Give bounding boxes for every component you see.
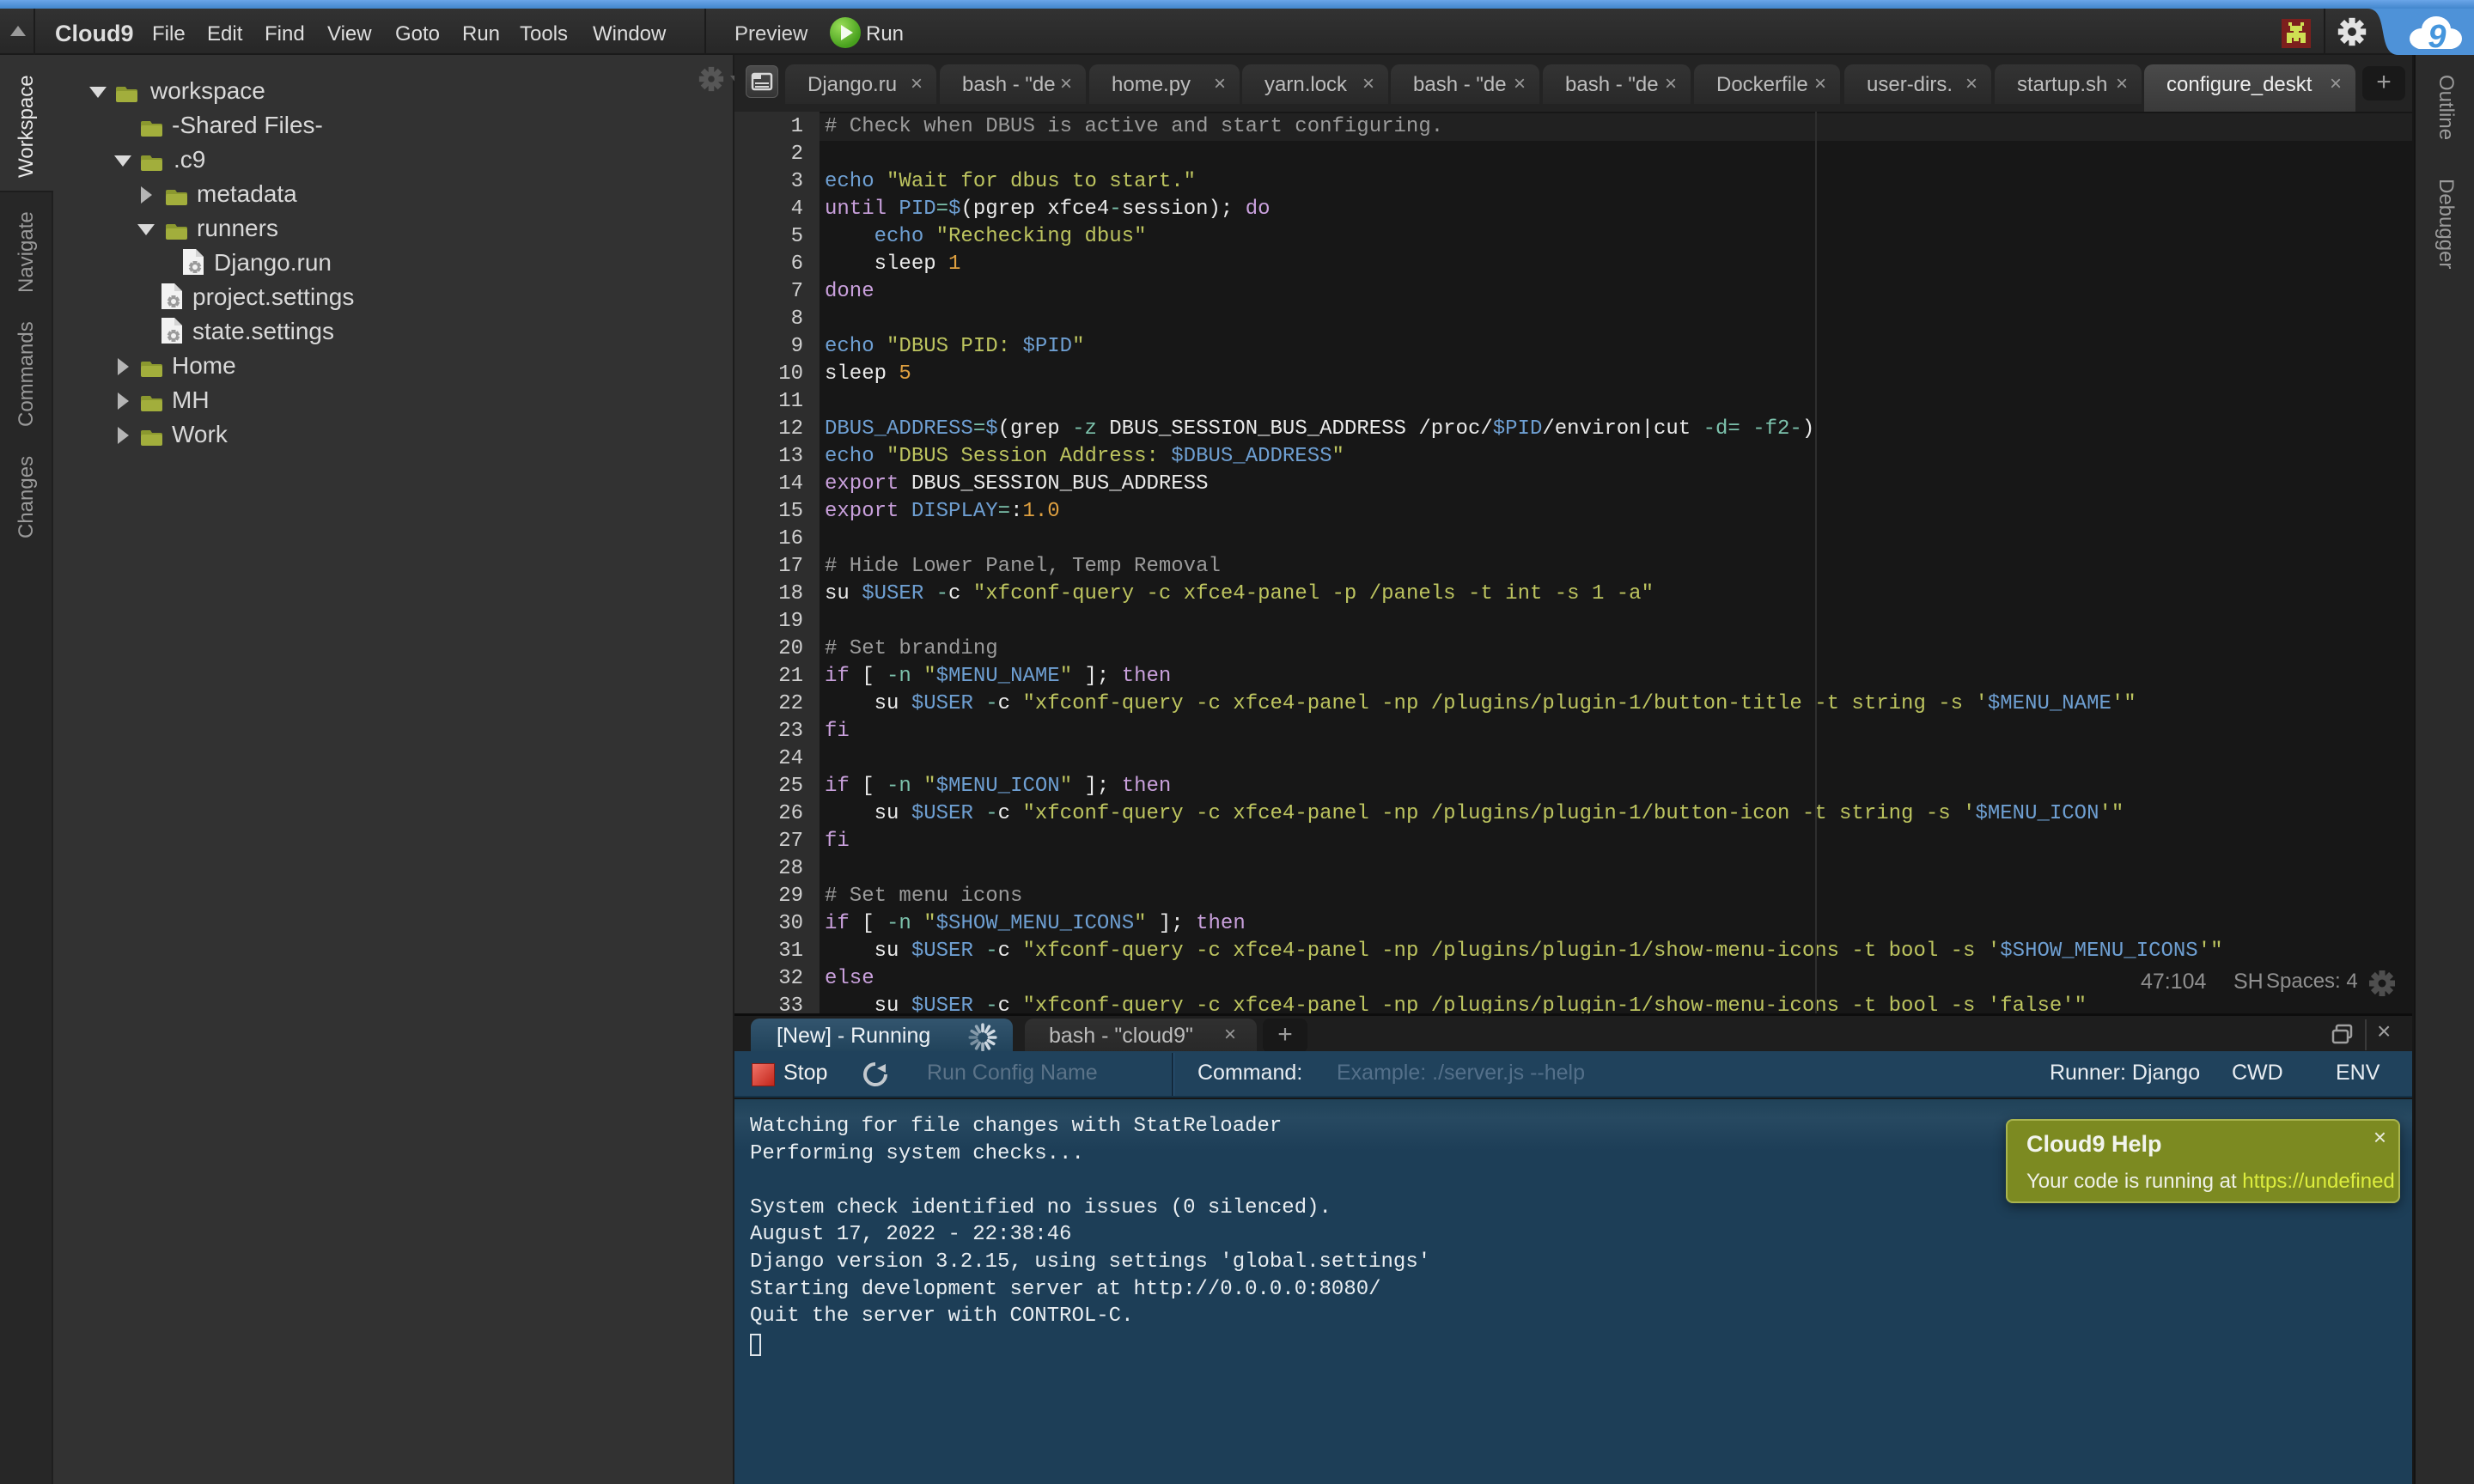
- svg-text:9: 9: [2428, 19, 2446, 53]
